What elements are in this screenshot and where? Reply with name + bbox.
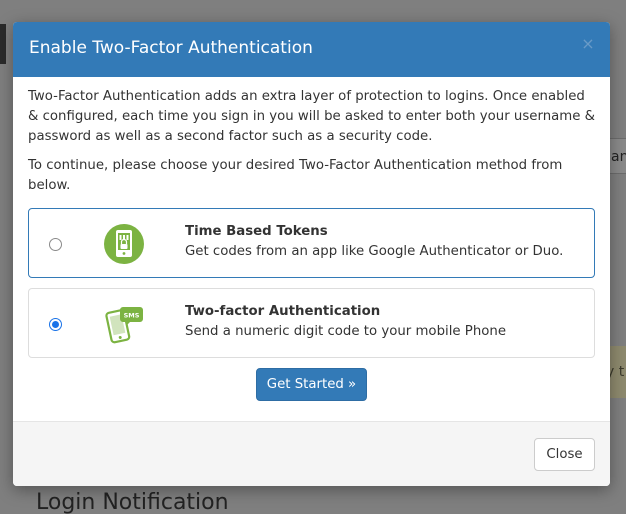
close-button[interactable]: Close	[534, 438, 595, 471]
background-left-panel	[0, 24, 6, 64]
instruction-text: To continue, please choose your desired …	[28, 158, 563, 193]
radio-time-based-tokens[interactable]	[49, 238, 62, 251]
option-title: Two-factor Authentication	[185, 304, 381, 319]
svg-text:SMS: SMS	[124, 312, 140, 320]
option-description: Get codes from an app like Google Authen…	[185, 244, 564, 259]
two-factor-modal: Enable Two-Factor Authentication × Two-F…	[13, 22, 610, 486]
sms-phone-icon: SMS	[105, 307, 143, 344]
token-phone-icon	[104, 224, 144, 264]
radio-two-factor-sms[interactable]	[49, 318, 62, 331]
close-icon[interactable]: ×	[580, 36, 596, 52]
option-time-based-tokens[interactable]: Time Based Tokens Get codes from an app …	[28, 208, 595, 278]
intro-text: Two-Factor Authentication adds an extra …	[28, 89, 596, 144]
option-description: Send a numeric digit code to your mobile…	[185, 324, 506, 339]
option-two-factor-sms[interactable]: SMS Two-factor Authentication Send a num…	[28, 288, 595, 358]
get-started-button[interactable]: Get Started »	[256, 368, 367, 401]
modal-header: Enable Two-Factor Authentication ×	[13, 22, 610, 77]
option-title: Time Based Tokens	[185, 224, 328, 239]
modal-footer: Close	[13, 421, 610, 486]
modal-title: Enable Two-Factor Authentication	[29, 38, 313, 58]
background-heading: Login Notification	[36, 490, 229, 514]
background-field-text: an	[611, 149, 626, 165]
modal-body: Two-Factor Authentication adds an extra …	[13, 77, 610, 196]
